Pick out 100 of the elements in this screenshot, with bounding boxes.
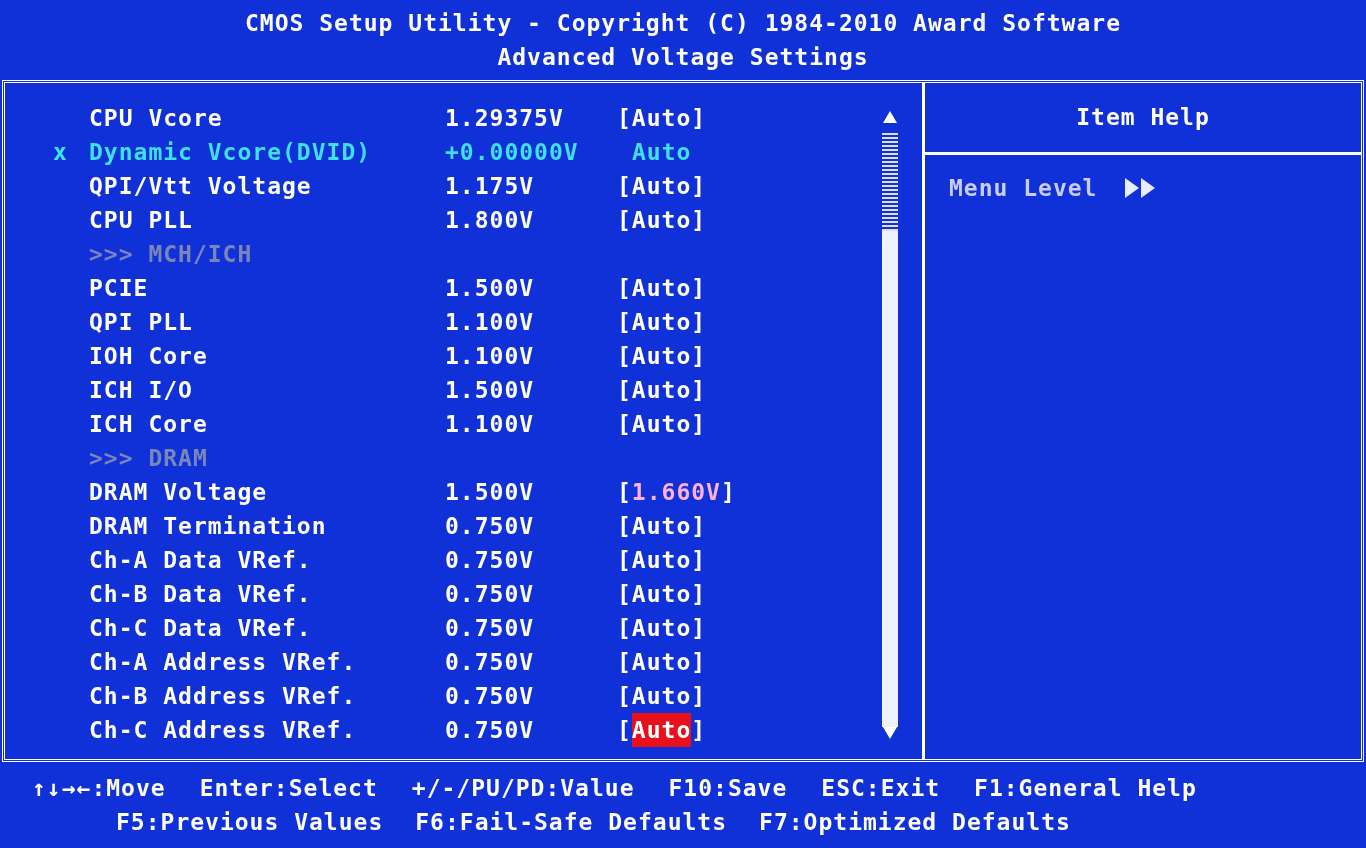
setting-label: PCIE xyxy=(89,273,150,303)
bracket-mark: ] xyxy=(691,273,707,303)
voltage-reading: 0.750V xyxy=(445,613,536,643)
bracket-mark: ] xyxy=(691,409,707,439)
bracket-mark: [ xyxy=(617,613,632,643)
bracket-mark: ] xyxy=(691,715,707,745)
setting-label: Ch-A Address VRef. xyxy=(89,647,358,677)
setting-label: Ch-C Address VRef. xyxy=(89,715,358,745)
setting-value[interactable]: Auto xyxy=(631,576,692,612)
bracket-mark: [ xyxy=(617,477,632,507)
voltage-reading: 0.750V xyxy=(445,715,536,745)
bracket-mark: [ xyxy=(617,171,632,201)
voltage-reading: 1.29375V xyxy=(445,103,565,133)
bracket-mark: ] xyxy=(691,205,707,235)
bracket-mark: [ xyxy=(617,647,632,677)
bracket-mark: ] xyxy=(691,579,707,609)
scrollbar-thumb[interactable] xyxy=(882,231,898,727)
key-hint: ESC:Exit xyxy=(821,774,941,803)
key-hint: ↑↓→←:Move xyxy=(32,774,166,803)
setting-value[interactable]: Auto xyxy=(631,202,692,238)
setting-value[interactable]: Auto xyxy=(631,644,692,680)
bracket-mark: [ xyxy=(617,103,632,133)
setting-label: DRAM Termination xyxy=(89,511,328,541)
voltage-reading: 1.500V xyxy=(445,477,536,507)
voltage-reading: 0.750V xyxy=(445,545,536,575)
setting-label: CPU Vcore xyxy=(89,103,224,133)
setting-label: QPI/Vtt Voltage xyxy=(89,171,313,201)
bracket-mark: [ xyxy=(617,375,632,405)
bracket-mark: [ xyxy=(617,545,632,575)
bracket-mark: [ xyxy=(617,273,632,303)
setting-label: IOH Core xyxy=(89,341,209,371)
setting-value[interactable]: Auto xyxy=(631,100,692,136)
section-heading: >>> DRAM xyxy=(89,443,208,473)
setting-value[interactable]: Auto xyxy=(631,304,692,340)
bracket-mark: ] xyxy=(691,511,707,541)
key-hint: F7:Optimized Defaults xyxy=(759,808,1071,837)
bracket-mark: ] xyxy=(691,103,707,133)
bracket-mark: [ xyxy=(617,307,632,337)
bracket-mark: ] xyxy=(691,171,707,201)
voltage-reading: 1.500V xyxy=(445,375,536,405)
setting-value[interactable]: 1.660V xyxy=(631,474,721,510)
setting-label: Ch-A Data VRef. xyxy=(89,545,313,575)
voltage-reading: 0.750V xyxy=(445,681,536,711)
help-title: Item Help xyxy=(1076,103,1210,133)
setting-value[interactable]: Auto xyxy=(631,610,692,646)
voltage-reading: 1.100V xyxy=(445,409,536,439)
bracket-mark: [ xyxy=(617,681,632,711)
setting-label: DRAM Voltage xyxy=(89,477,269,507)
voltage-reading: 0.750V xyxy=(445,511,536,541)
key-hint: F6:Fail-Safe Defaults xyxy=(415,808,728,837)
bracket-mark: ] xyxy=(691,341,707,371)
bracket-mark: ] xyxy=(720,477,736,507)
setting-value[interactable]: Auto xyxy=(631,270,692,306)
key-hint: +/-/PU/PD:Value xyxy=(411,774,635,803)
voltage-reading: 1.100V xyxy=(445,341,536,371)
setting-label: QPI PLL xyxy=(89,307,194,337)
bracket-mark: ] xyxy=(691,613,707,643)
voltage-reading: 0.750V xyxy=(445,647,536,677)
setting-label: ICH I/O xyxy=(89,375,194,405)
bracket-mark: [ xyxy=(617,579,632,609)
bracket-mark: [ xyxy=(617,511,632,541)
voltage-reading: 1.100V xyxy=(445,307,536,337)
setting-value[interactable]: Auto xyxy=(631,508,692,544)
disabled-marker: x xyxy=(53,137,68,167)
setting-label: ICH Core xyxy=(89,409,209,439)
section-heading: >>> MCH/ICH xyxy=(89,239,253,269)
bracket-mark: ] xyxy=(691,375,707,405)
setting-value[interactable]: Auto xyxy=(631,338,692,374)
voltage-reading: 1.500V xyxy=(445,273,536,303)
setting-label: Dynamic Vcore(DVID) xyxy=(89,137,373,167)
voltage-reading: 1.175V xyxy=(445,171,536,201)
down-arrow-icon[interactable] xyxy=(883,727,897,739)
setting-value[interactable]: Auto xyxy=(631,372,692,408)
setting-label: CPU PLL xyxy=(89,205,194,235)
setting-value[interactable]: Auto xyxy=(631,542,692,578)
menu-level-label: Menu Level xyxy=(949,174,1098,203)
setting-value[interactable]: Auto xyxy=(631,712,692,748)
bracket-mark: [ xyxy=(617,409,632,439)
voltage-reading: 1.800V xyxy=(445,205,536,235)
bracket-mark: [ xyxy=(617,205,632,235)
bracket-mark: ] xyxy=(691,647,707,677)
setting-value[interactable]: Auto xyxy=(631,168,692,204)
voltage-reading: +0.00000V xyxy=(445,137,580,167)
bracket-mark: ] xyxy=(691,681,707,711)
bracket-mark: [ xyxy=(617,341,632,371)
setting-value[interactable]: Auto xyxy=(631,678,692,714)
key-hint: F10:Save xyxy=(668,774,788,803)
key-hint: F1:General Help xyxy=(974,774,1197,803)
voltage-reading: 0.750V xyxy=(445,579,536,609)
setting-label: Ch-C Data VRef. xyxy=(89,613,313,643)
up-arrow-icon[interactable] xyxy=(883,111,897,123)
key-hint: Enter:Select xyxy=(199,774,378,803)
key-hint: F5:Previous Values xyxy=(116,808,384,837)
bracket-mark: ] xyxy=(691,545,707,575)
setting-value[interactable]: Auto xyxy=(631,406,692,442)
setting-label: Ch-B Data VRef. xyxy=(89,579,313,609)
bracket-mark: [ xyxy=(617,715,632,745)
setting-label: Ch-B Address VRef. xyxy=(89,681,358,711)
window-title: CMOS Setup Utility - Copyright (C) 1984-2010 Award Software xyxy=(245,9,1121,38)
bracket-mark: ] xyxy=(691,307,707,337)
